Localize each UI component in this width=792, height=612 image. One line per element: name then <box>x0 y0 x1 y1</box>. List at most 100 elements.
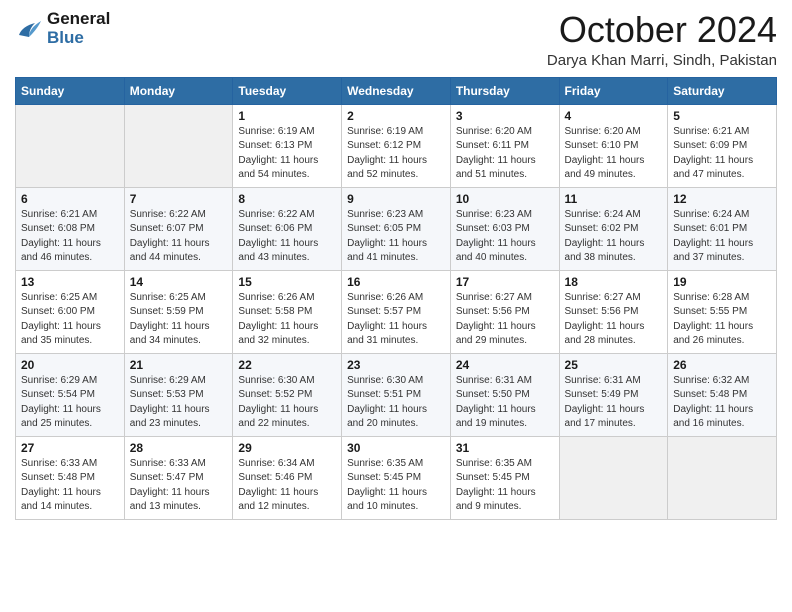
day-number: 1 <box>238 109 336 123</box>
calendar-cell: 27 Sunrise: 6:33 AM Sunset: 5:48 PM Dayli… <box>16 436 125 519</box>
day-info: Sunrise: 6:27 AM Sunset: 5:56 PM Dayligh… <box>565 291 663 349</box>
day-number: 28 <box>130 441 228 455</box>
subtitle: Darya Khan Marri, Sindh, Pakistan <box>547 52 777 69</box>
day-info: Sunrise: 6:30 AM Sunset: 5:51 PM Dayligh… <box>347 374 445 432</box>
header-cell-monday: Monday <box>124 77 233 104</box>
day-number: 19 <box>673 275 771 289</box>
day-info: Sunrise: 6:34 AM Sunset: 5:46 PM Dayligh… <box>238 457 336 515</box>
day-info: Sunrise: 6:28 AM Sunset: 5:55 PM Dayligh… <box>673 291 771 349</box>
calendar-cell: 12 Sunrise: 6:24 AM Sunset: 6:01 PM Dayli… <box>668 187 777 270</box>
calendar-cell: 19 Sunrise: 6:28 AM Sunset: 5:55 PM Dayli… <box>668 270 777 353</box>
header-cell-wednesday: Wednesday <box>342 77 451 104</box>
day-info: Sunrise: 6:25 AM Sunset: 5:59 PM Dayligh… <box>130 291 228 349</box>
day-number: 15 <box>238 275 336 289</box>
header-cell-sunday: Sunday <box>16 77 125 104</box>
calendar-cell: 17 Sunrise: 6:27 AM Sunset: 5:56 PM Dayli… <box>450 270 559 353</box>
day-info: Sunrise: 6:29 AM Sunset: 5:53 PM Dayligh… <box>130 374 228 432</box>
calendar-cell: 1 Sunrise: 6:19 AM Sunset: 6:13 PM Daylig… <box>233 104 342 187</box>
calendar-cell: 3 Sunrise: 6:20 AM Sunset: 6:11 PM Daylig… <box>450 104 559 187</box>
header: General Blue October 2024 Darya Khan Mar… <box>15 10 777 69</box>
day-number: 6 <box>21 192 119 206</box>
calendar-cell: 25 Sunrise: 6:31 AM Sunset: 5:49 PM Dayli… <box>559 353 668 436</box>
day-number: 9 <box>347 192 445 206</box>
header-cell-thursday: Thursday <box>450 77 559 104</box>
day-info: Sunrise: 6:19 AM Sunset: 6:12 PM Dayligh… <box>347 125 445 183</box>
calendar-cell: 6 Sunrise: 6:21 AM Sunset: 6:08 PM Daylig… <box>16 187 125 270</box>
day-number: 24 <box>456 358 554 372</box>
calendar-cell: 18 Sunrise: 6:27 AM Sunset: 5:56 PM Dayli… <box>559 270 668 353</box>
week-row-1: 1 Sunrise: 6:19 AM Sunset: 6:13 PM Daylig… <box>16 104 777 187</box>
logo-line1: General <box>47 10 110 29</box>
calendar-cell <box>124 104 233 187</box>
day-number: 31 <box>456 441 554 455</box>
day-info: Sunrise: 6:26 AM Sunset: 5:58 PM Dayligh… <box>238 291 336 349</box>
calendar-header: SundayMondayTuesdayWednesdayThursdayFrid… <box>16 77 777 104</box>
day-info: Sunrise: 6:20 AM Sunset: 6:10 PM Dayligh… <box>565 125 663 183</box>
calendar-cell: 10Sunrise: 6:23 AM Sunset: 6:03 PM Dayli… <box>450 187 559 270</box>
day-info: Sunrise: 6:20 AM Sunset: 6:11 PM Dayligh… <box>456 125 554 183</box>
logo-bird-icon <box>15 15 43 43</box>
header-row: SundayMondayTuesdayWednesdayThursdayFrid… <box>16 77 777 104</box>
day-number: 18 <box>565 275 663 289</box>
day-info: Sunrise: 6:21 AM Sunset: 6:08 PM Dayligh… <box>21 208 119 266</box>
day-info: Sunrise: 6:33 AM Sunset: 5:47 PM Dayligh… <box>130 457 228 515</box>
calendar-cell: 21 Sunrise: 6:29 AM Sunset: 5:53 PM Dayli… <box>124 353 233 436</box>
day-info: Sunrise: 6:35 AM Sunset: 5:45 PM Dayligh… <box>456 457 554 515</box>
day-info: Sunrise: 6:19 AM Sunset: 6:13 PM Dayligh… <box>238 125 336 183</box>
day-number: 30 <box>347 441 445 455</box>
day-info: Sunrise: 6:30 AM Sunset: 5:52 PM Dayligh… <box>238 374 336 432</box>
calendar-cell: 8Sunrise: 6:22 AM Sunset: 6:06 PM Daylig… <box>233 187 342 270</box>
day-info: Sunrise: 6:24 AM Sunset: 6:02 PM Dayligh… <box>565 208 663 266</box>
calendar-cell: 31 Sunrise: 6:35 AM Sunset: 5:45 PM Dayli… <box>450 436 559 519</box>
day-info: Sunrise: 6:33 AM Sunset: 5:48 PM Dayligh… <box>21 457 119 515</box>
day-info: Sunrise: 6:26 AM Sunset: 5:57 PM Dayligh… <box>347 291 445 349</box>
calendar-cell: 4 Sunrise: 6:20 AM Sunset: 6:10 PM Daylig… <box>559 104 668 187</box>
day-number: 4 <box>565 109 663 123</box>
main-title: October 2024 <box>547 10 777 50</box>
day-info: Sunrise: 6:27 AM Sunset: 5:56 PM Dayligh… <box>456 291 554 349</box>
day-number: 14 <box>130 275 228 289</box>
day-info: Sunrise: 6:22 AM Sunset: 6:06 PM Dayligh… <box>238 208 336 266</box>
calendar-cell: 13 Sunrise: 6:25 AM Sunset: 6:00 PM Dayli… <box>16 270 125 353</box>
day-info: Sunrise: 6:24 AM Sunset: 6:01 PM Dayligh… <box>673 208 771 266</box>
calendar-cell: 29Sunrise: 6:34 AM Sunset: 5:46 PM Dayli… <box>233 436 342 519</box>
day-info: Sunrise: 6:23 AM Sunset: 6:05 PM Dayligh… <box>347 208 445 266</box>
header-cell-friday: Friday <box>559 77 668 104</box>
day-number: 16 <box>347 275 445 289</box>
week-row-4: 20Sunrise: 6:29 AM Sunset: 5:54 PM Dayli… <box>16 353 777 436</box>
day-number: 3 <box>456 109 554 123</box>
calendar-cell: 23 Sunrise: 6:30 AM Sunset: 5:51 PM Dayli… <box>342 353 451 436</box>
calendar-cell <box>668 436 777 519</box>
day-info: Sunrise: 6:32 AM Sunset: 5:48 PM Dayligh… <box>673 374 771 432</box>
day-number: 12 <box>673 192 771 206</box>
day-info: Sunrise: 6:31 AM Sunset: 5:50 PM Dayligh… <box>456 374 554 432</box>
calendar-cell: 15 Sunrise: 6:26 AM Sunset: 5:58 PM Dayli… <box>233 270 342 353</box>
day-info: Sunrise: 6:21 AM Sunset: 6:09 PM Dayligh… <box>673 125 771 183</box>
day-number: 7 <box>130 192 228 206</box>
calendar-cell: 28 Sunrise: 6:33 AM Sunset: 5:47 PM Dayli… <box>124 436 233 519</box>
day-number: 17 <box>456 275 554 289</box>
day-info: Sunrise: 6:25 AM Sunset: 6:00 PM Dayligh… <box>21 291 119 349</box>
calendar-table: SundayMondayTuesdayWednesdayThursdayFrid… <box>15 77 777 520</box>
header-cell-tuesday: Tuesday <box>233 77 342 104</box>
calendar-cell <box>559 436 668 519</box>
day-number: 5 <box>673 109 771 123</box>
day-info: Sunrise: 6:31 AM Sunset: 5:49 PM Dayligh… <box>565 374 663 432</box>
day-number: 27 <box>21 441 119 455</box>
calendar-cell: 22Sunrise: 6:30 AM Sunset: 5:52 PM Dayli… <box>233 353 342 436</box>
day-number: 25 <box>565 358 663 372</box>
calendar-cell: 24 Sunrise: 6:31 AM Sunset: 5:50 PM Dayli… <box>450 353 559 436</box>
calendar-cell: 9 Sunrise: 6:23 AM Sunset: 6:05 PM Daylig… <box>342 187 451 270</box>
day-info: Sunrise: 6:35 AM Sunset: 5:45 PM Dayligh… <box>347 457 445 515</box>
day-number: 23 <box>347 358 445 372</box>
calendar-cell: 5 Sunrise: 6:21 AM Sunset: 6:09 PM Daylig… <box>668 104 777 187</box>
day-number: 21 <box>130 358 228 372</box>
calendar-cell <box>16 104 125 187</box>
week-row-2: 6 Sunrise: 6:21 AM Sunset: 6:08 PM Daylig… <box>16 187 777 270</box>
day-number: 13 <box>21 275 119 289</box>
day-number: 11 <box>565 192 663 206</box>
calendar-cell: 16 Sunrise: 6:26 AM Sunset: 5:57 PM Dayli… <box>342 270 451 353</box>
day-number: 20 <box>21 358 119 372</box>
calendar-cell: 7Sunrise: 6:22 AM Sunset: 6:07 PM Daylig… <box>124 187 233 270</box>
day-number: 26 <box>673 358 771 372</box>
